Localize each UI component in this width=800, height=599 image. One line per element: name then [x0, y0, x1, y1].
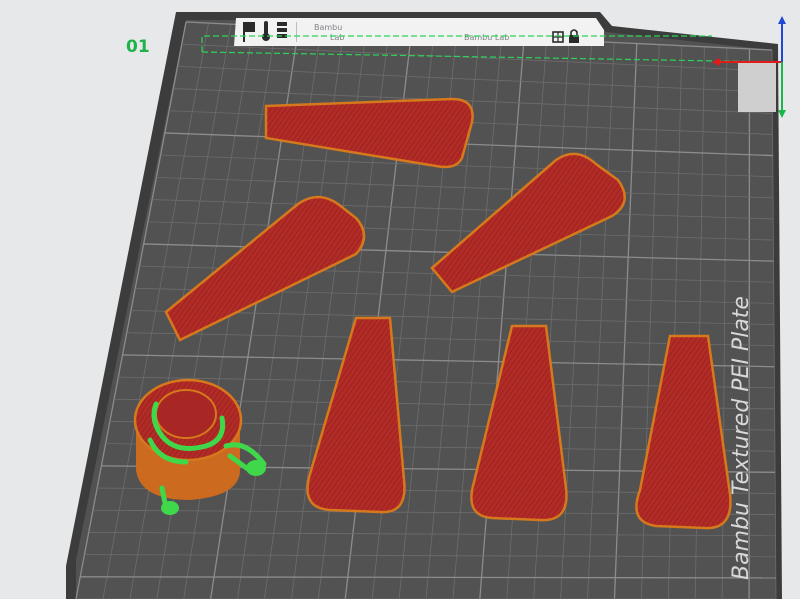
3d-viewport[interactable]: Bambu Lab Bambu Lab 01 Bambu Textured PE: [0, 0, 800, 599]
plate-header-strip: [234, 18, 604, 46]
header-divider: [296, 22, 297, 42]
plate-number: 01: [126, 37, 150, 57]
build-plate-scene[interactable]: Bambu Lab Bambu Lab 01 Bambu Textured PE: [0, 0, 800, 599]
header-text-2: Lab: [330, 33, 344, 42]
plate-label: Bambu Textured PEI Plate: [729, 296, 754, 580]
header-text-1: Bambu: [314, 23, 342, 32]
origin-corner: [738, 62, 776, 112]
header-text-3: Bambu Lab: [464, 33, 509, 42]
